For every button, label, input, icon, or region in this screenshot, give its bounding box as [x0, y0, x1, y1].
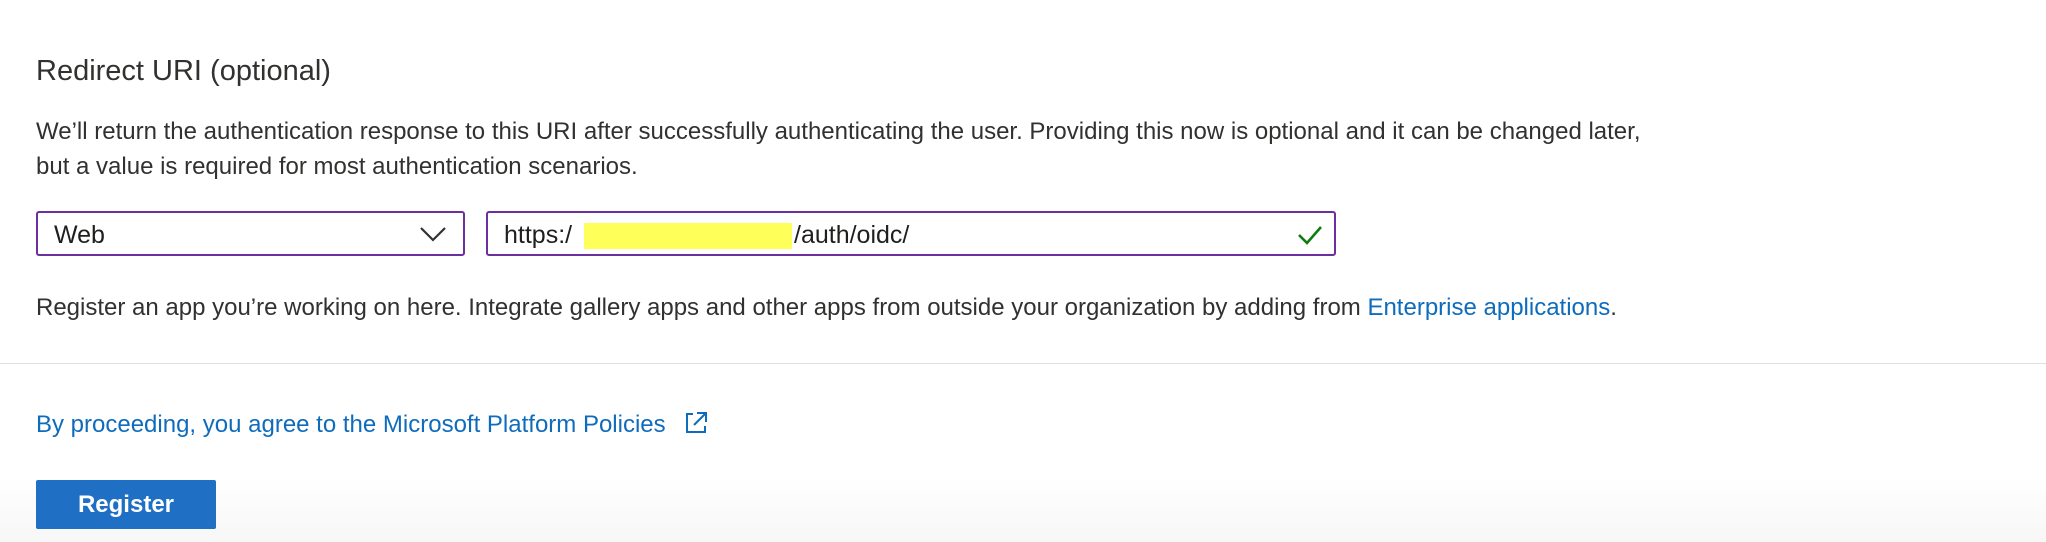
- section-divider: [0, 363, 2046, 364]
- redirect-uri-prefix: https:/: [504, 221, 573, 249]
- chevron-down-icon: [420, 227, 446, 242]
- redirect-uri-suffix: /auth/oidc/: [794, 221, 910, 249]
- checkmark-icon: [1298, 226, 1322, 245]
- registration-help-text: Register an app you’re working on here. …: [36, 291, 1617, 325]
- microsoft-platform-policies-link[interactable]: By proceeding, you agree to the Microsof…: [36, 408, 710, 441]
- redirect-uri-title: Redirect URI (optional): [36, 55, 331, 87]
- registration-help-prefix: Register an app you’re working on here. …: [36, 294, 1368, 321]
- register-button[interactable]: Register: [36, 480, 216, 529]
- registration-help-period: .: [1610, 294, 1617, 321]
- platform-selected-value: Web: [54, 221, 105, 249]
- redirect-uri-input[interactable]: https:/ /auth/oidc/: [486, 211, 1336, 256]
- external-link-icon: [686, 412, 708, 433]
- platform-dropdown[interactable]: Web: [36, 211, 465, 256]
- enterprise-applications-link[interactable]: Enterprise applications: [1367, 294, 1610, 321]
- app-registration-page: Redirect URI (optional) We’ll return the…: [0, 0, 2046, 542]
- policy-link-text: By proceeding, you agree to the Microsof…: [36, 411, 666, 438]
- redacted-domain: [584, 223, 792, 249]
- redirect-uri-description: We’ll return the authentication response…: [36, 118, 1641, 180]
